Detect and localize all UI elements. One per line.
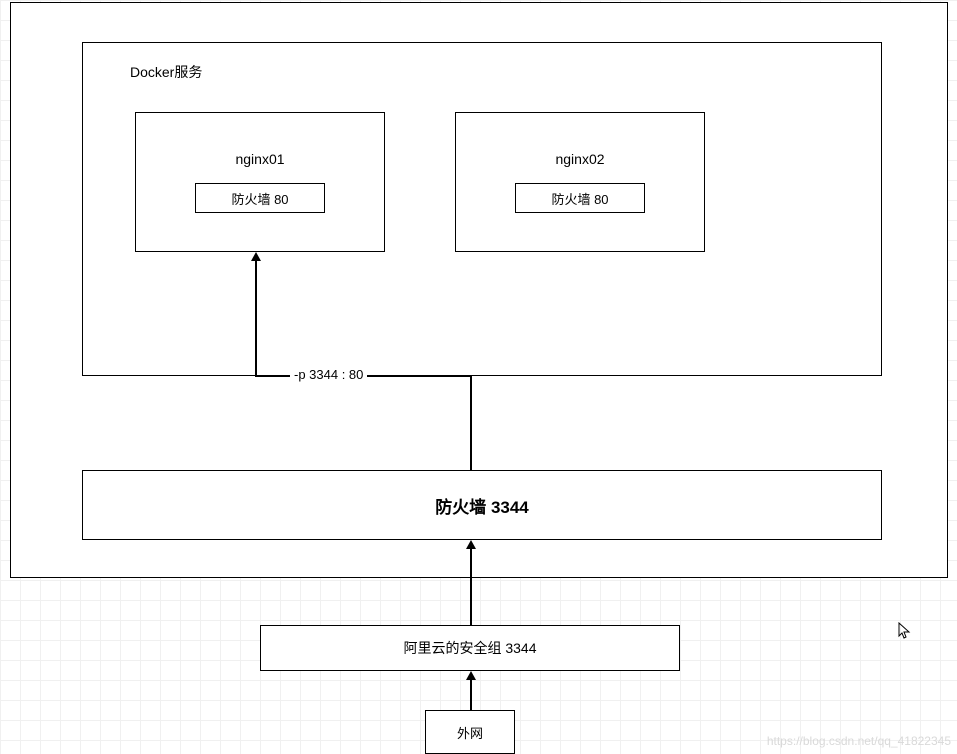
aliyun-sg-label: 阿里云的安全组 3344	[403, 638, 536, 658]
external-box: 外网	[425, 710, 515, 754]
host-firewall: 防火墙 3344	[82, 470, 882, 540]
nginx02-firewall-label: 防火墙 80	[551, 189, 608, 208]
nginx02-firewall: 防火墙 80	[515, 183, 645, 213]
nginx01-firewall: 防火墙 80	[195, 183, 325, 213]
arrow-line-external	[470, 680, 472, 710]
arrow-line-aliyun	[470, 549, 472, 625]
host-firewall-label: 防火墙 3344	[435, 493, 529, 518]
cursor-icon	[898, 622, 912, 645]
watermark: https://blog.csdn.net/qq_41822345	[767, 734, 951, 748]
nginx02-title: nginx02	[555, 151, 604, 167]
arrowhead-firewall	[466, 540, 476, 549]
port-mapping-label: -p 3344 : 80	[290, 367, 367, 382]
nginx02-box: nginx02 防火墙 80	[455, 112, 705, 252]
nginx01-box: nginx01 防火墙 80	[135, 112, 385, 252]
arrow-line-v2	[255, 261, 257, 377]
nginx01-title: nginx01	[235, 151, 284, 167]
nginx01-firewall-label: 防火墙 80	[231, 189, 288, 208]
external-label: 外网	[457, 723, 483, 742]
docker-label: Docker服务	[130, 62, 202, 82]
arrowhead-aliyun	[466, 671, 476, 680]
arrowhead-nginx01	[251, 252, 261, 261]
aliyun-sg: 阿里云的安全组 3344	[260, 625, 680, 671]
arrow-line-v1	[470, 376, 472, 470]
